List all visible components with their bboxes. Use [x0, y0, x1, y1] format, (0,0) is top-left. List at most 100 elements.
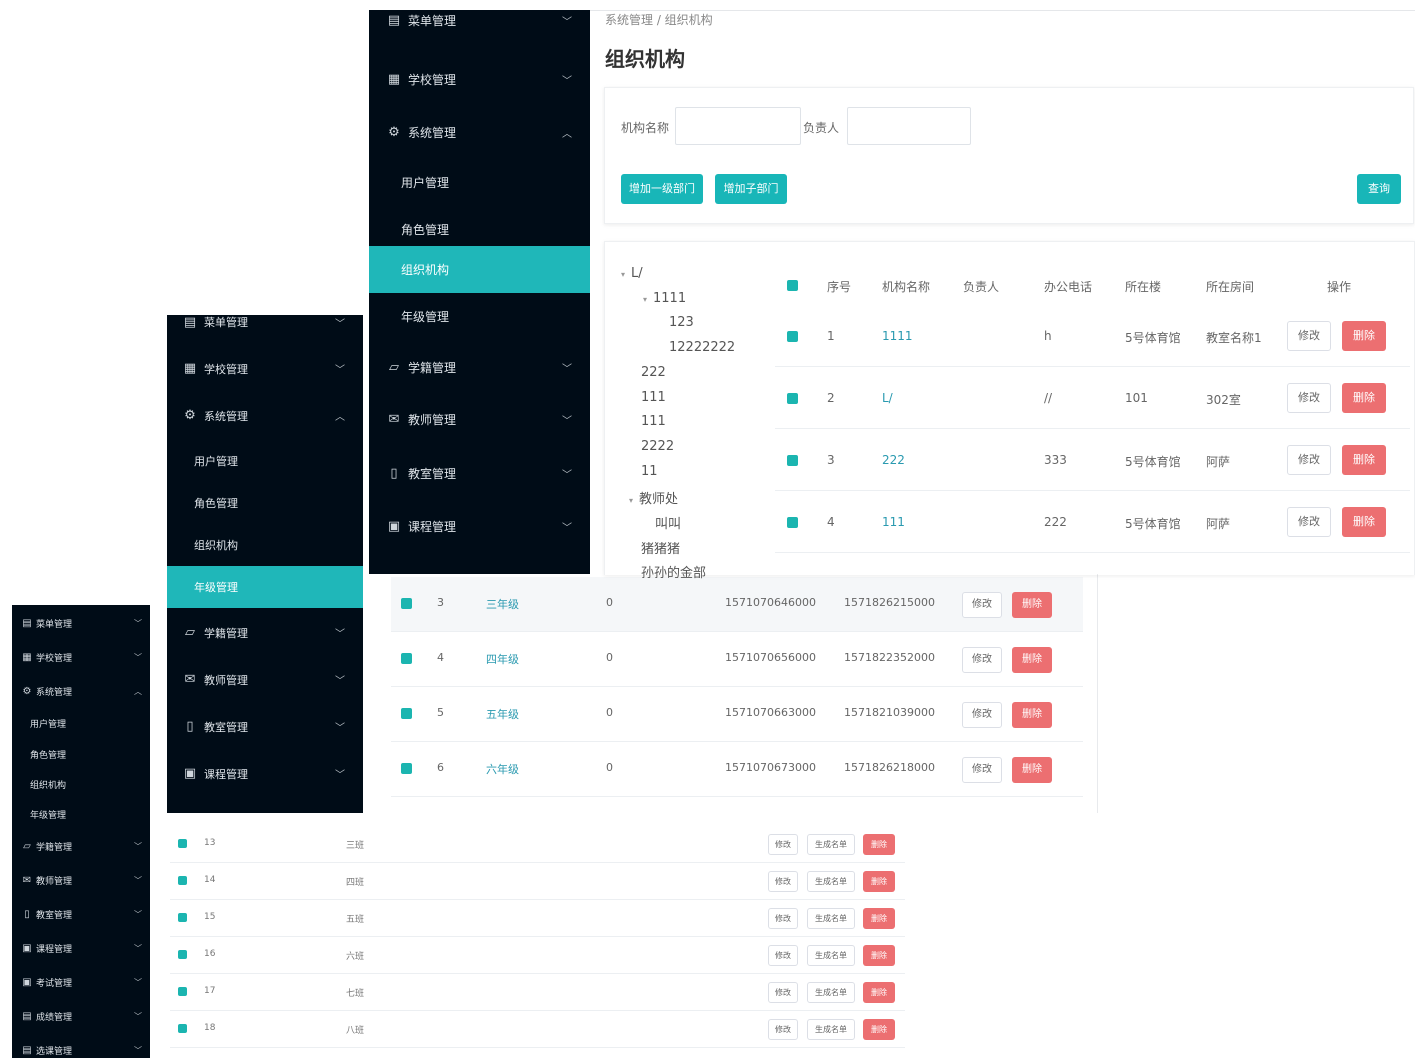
- sidebar-item[interactable]: 角色管理: [12, 744, 150, 764]
- generate-list-button[interactable]: 生成名单: [807, 982, 855, 1003]
- tree-node[interactable]: ▾ 1111: [643, 291, 686, 306]
- row-checkbox[interactable]: [787, 517, 798, 528]
- sidebar-item[interactable]: 年级管理: [167, 566, 363, 608]
- row-name-link[interactable]: 222: [882, 453, 905, 467]
- sidebar-item[interactable]: 组织机构: [12, 774, 150, 794]
- edit-button[interactable]: 修改: [768, 945, 798, 966]
- sidebar-item[interactable]: 年级管理: [12, 804, 150, 824]
- row-name-link[interactable]: 1111: [882, 329, 913, 343]
- delete-button[interactable]: 删除: [1342, 321, 1386, 351]
- sidebar-item[interactable]: ▤ 菜单管理 ﹀: [369, 10, 590, 30]
- sidebar-item[interactable]: ▤ 菜单管理 ﹀: [12, 613, 150, 633]
- tree-node[interactable]: 孙孙的金部: [641, 562, 706, 581]
- generate-list-button[interactable]: 生成名单: [807, 871, 855, 892]
- sidebar-item[interactable]: ▯ 教室管理 ﹀: [369, 447, 590, 500]
- row-checkbox[interactable]: [401, 763, 412, 774]
- add-top-dept-button[interactable]: 增加一级部门: [621, 174, 703, 204]
- delete-button[interactable]: 删除: [863, 871, 895, 892]
- edit-button[interactable]: 修改: [768, 1019, 798, 1040]
- delete-button[interactable]: 删除: [1012, 647, 1052, 673]
- row-name-link[interactable]: L/: [882, 391, 893, 405]
- sidebar-item[interactable]: ▦ 学校管理 ﹀: [12, 647, 150, 667]
- row-checkbox[interactable]: [178, 876, 187, 885]
- delete-button[interactable]: 删除: [1342, 445, 1386, 475]
- sidebar-item[interactable]: 用户管理: [12, 713, 150, 733]
- sidebar-item[interactable]: ▣ 课程管理 ﹀: [12, 938, 150, 958]
- row-name-link[interactable]: 四年级: [486, 651, 519, 667]
- sidebar-item[interactable]: ⚙ 系统管理 ︿: [167, 392, 363, 439]
- edit-button[interactable]: 修改: [1287, 445, 1331, 475]
- sidebar-item[interactable]: ▣ 课程管理 ﹀: [369, 500, 590, 553]
- select-all-checkbox[interactable]: [787, 280, 798, 291]
- delete-button[interactable]: 删除: [1012, 592, 1052, 618]
- sidebar-item[interactable]: ⚙ 系统管理 ︿: [12, 681, 150, 701]
- tree-node[interactable]: 111: [641, 390, 666, 405]
- sidebar-item[interactable]: ▱ 学籍管理 ﹀: [167, 609, 363, 656]
- tree-node[interactable]: 222: [641, 365, 666, 380]
- delete-button[interactable]: 删除: [863, 908, 895, 929]
- sidebar-item[interactable]: ✉ 教师管理 ﹀: [369, 393, 590, 446]
- sidebar-item[interactable]: ⚙ 系统管理 ︿: [369, 106, 590, 159]
- tree-node[interactable]: ▾ L/: [621, 266, 643, 281]
- edit-button[interactable]: 修改: [1287, 321, 1331, 351]
- row-name-link[interactable]: 五年级: [486, 706, 519, 722]
- tree-node[interactable]: 111: [641, 414, 666, 429]
- sidebar-item[interactable]: 用户管理: [369, 159, 590, 206]
- owner-input[interactable]: [847, 107, 971, 145]
- row-checkbox[interactable]: [787, 455, 798, 466]
- generate-list-button[interactable]: 生成名单: [807, 1019, 855, 1040]
- edit-button[interactable]: 修改: [768, 834, 798, 855]
- tree-node[interactable]: 叫叫: [655, 513, 681, 532]
- delete-button[interactable]: 删除: [1012, 757, 1052, 783]
- org-name-input[interactable]: [675, 107, 801, 145]
- row-checkbox[interactable]: [401, 653, 412, 664]
- delete-button[interactable]: 删除: [1342, 383, 1386, 413]
- edit-button[interactable]: 修改: [768, 908, 798, 929]
- sidebar-item[interactable]: 年级管理: [369, 293, 590, 340]
- row-checkbox[interactable]: [401, 708, 412, 719]
- edit-button[interactable]: 修改: [768, 982, 798, 1003]
- sidebar-item[interactable]: ▤ 菜单管理 ﹀: [167, 315, 363, 330]
- generate-list-button[interactable]: 生成名单: [807, 908, 855, 929]
- generate-list-button[interactable]: 生成名单: [807, 834, 855, 855]
- tree-node[interactable]: ▾ 教师处: [629, 488, 678, 507]
- sidebar-item[interactable]: ▤ 选课管理 ﹀: [12, 1040, 150, 1058]
- row-checkbox[interactable]: [787, 331, 798, 342]
- row-name-link[interactable]: 六年级: [486, 761, 519, 777]
- sidebar-item[interactable]: 组织机构: [369, 246, 590, 293]
- sidebar-item[interactable]: ▣ 课程管理 ﹀: [167, 750, 363, 797]
- delete-button[interactable]: 删除: [863, 1019, 895, 1040]
- sidebar-item[interactable]: 角色管理: [167, 482, 363, 524]
- sidebar-item[interactable]: ✉ 教师管理 ﹀: [12, 870, 150, 890]
- edit-button[interactable]: 修改: [962, 647, 1002, 673]
- sidebar-item[interactable]: ▦ 学校管理 ﹀: [369, 53, 590, 106]
- delete-button[interactable]: 删除: [863, 982, 895, 1003]
- edit-button[interactable]: 修改: [1287, 507, 1331, 537]
- edit-button[interactable]: 修改: [962, 702, 1002, 728]
- row-checkbox[interactable]: [178, 987, 187, 996]
- sidebar-item[interactable]: ▱ 学籍管理 ﹀: [12, 836, 150, 856]
- row-name-link[interactable]: 三年级: [486, 596, 519, 612]
- sidebar-item[interactable]: ✉ 教师管理 ﹀: [167, 656, 363, 703]
- row-checkbox[interactable]: [178, 1024, 187, 1033]
- generate-list-button[interactable]: 生成名单: [807, 945, 855, 966]
- add-child-dept-button[interactable]: 增加子部门: [715, 174, 787, 204]
- sidebar-item[interactable]: ▱ 学籍管理 ﹀: [369, 341, 590, 393]
- row-checkbox[interactable]: [401, 598, 412, 609]
- sidebar-item[interactable]: 用户管理: [167, 440, 363, 482]
- sidebar-item[interactable]: 组织机构: [167, 524, 363, 566]
- row-checkbox[interactable]: [178, 839, 187, 848]
- delete-button[interactable]: 删除: [1012, 702, 1052, 728]
- delete-button[interactable]: 删除: [1342, 507, 1386, 537]
- delete-button[interactable]: 删除: [863, 834, 895, 855]
- delete-button[interactable]: 删除: [863, 945, 895, 966]
- tree-node[interactable]: 2222: [641, 439, 674, 454]
- row-checkbox[interactable]: [178, 913, 187, 922]
- edit-button[interactable]: 修改: [962, 592, 1002, 618]
- tree-node[interactable]: 11: [641, 464, 658, 479]
- row-checkbox[interactable]: [787, 393, 798, 404]
- query-button[interactable]: 查询: [1357, 174, 1401, 204]
- tree-node[interactable]: 12222222: [669, 340, 735, 355]
- sidebar-item[interactable]: ▤ 成绩管理 ﹀: [12, 1006, 150, 1026]
- sidebar-item[interactable]: ▦ 学校管理 ﹀: [167, 345, 363, 392]
